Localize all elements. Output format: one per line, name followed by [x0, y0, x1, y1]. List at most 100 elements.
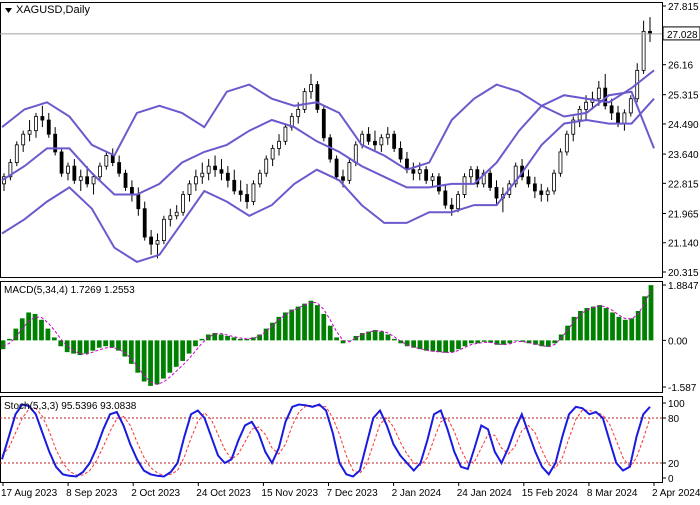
macd-bar	[629, 318, 635, 341]
macd-tick-label: -1.587	[668, 383, 697, 394]
candle	[277, 140, 281, 149]
candle	[168, 215, 173, 220]
candle	[27, 130, 32, 135]
candle	[123, 172, 128, 188]
candle	[341, 176, 345, 181]
candle	[59, 151, 64, 174]
macd-bar	[449, 340, 455, 353]
candle	[309, 84, 313, 93]
macd-bar	[430, 340, 436, 352]
candle	[353, 144, 358, 163]
macd-bar	[0, 340, 6, 350]
macd-tick-label: 0.00	[668, 336, 688, 347]
x-tick-label: 2 Jan 2024	[392, 488, 442, 499]
candle	[366, 133, 371, 142]
x-tick-label: 15 Nov 2023	[261, 488, 318, 499]
stoch-tick-label: 100	[668, 399, 685, 410]
macd-bar	[13, 328, 19, 341]
candle	[564, 133, 569, 153]
candle	[142, 208, 147, 238]
candle	[456, 194, 461, 210]
candle	[622, 112, 627, 124]
macd-bar	[51, 337, 57, 341]
macd-bar	[186, 340, 192, 354]
macd-signal-line	[2, 289, 652, 385]
candle	[193, 176, 198, 185]
candle	[641, 30, 646, 71]
price-tick-label: 20.315	[668, 268, 699, 279]
stoch-k-line	[1, 403, 651, 478]
macd-bar	[372, 330, 378, 341]
macd-bar	[26, 312, 32, 341]
candle	[149, 236, 154, 245]
macd-title: MACD(5,34,4) 1.7269 1.2553	[4, 285, 135, 296]
macd-bar	[385, 334, 391, 341]
macd-bar	[103, 340, 109, 347]
candle	[539, 190, 544, 195]
macd-bar	[302, 303, 307, 341]
candle	[219, 169, 224, 174]
candle	[596, 87, 601, 100]
macd-bar	[635, 310, 641, 341]
candle	[558, 151, 563, 174]
candle	[321, 108, 326, 139]
candle	[98, 165, 102, 178]
macd-bar	[161, 340, 166, 379]
candle	[162, 218, 166, 242]
macd-bar	[289, 309, 295, 341]
candle	[110, 155, 115, 163]
macd-bar	[347, 340, 352, 341]
candle	[462, 176, 467, 195]
macd-bar	[481, 340, 487, 342]
price-tick-label: 25.315	[668, 91, 699, 102]
macd-bar	[436, 340, 442, 353]
candle	[40, 116, 45, 121]
stoch-tick-label: 20	[668, 459, 680, 470]
candle	[392, 133, 397, 149]
macd-bar	[64, 340, 70, 353]
candle	[437, 176, 441, 192]
macd-bar	[578, 310, 583, 341]
candle	[66, 165, 70, 174]
candle	[373, 140, 377, 146]
macd-bar	[218, 334, 224, 341]
macd-bar	[391, 338, 397, 341]
candle	[424, 169, 429, 181]
candle	[628, 98, 633, 114]
candle	[443, 190, 448, 206]
candle	[72, 165, 77, 181]
dropdown-arrow-icon[interactable]	[5, 8, 12, 13]
macd-bar	[642, 296, 647, 341]
macd-bar	[571, 316, 577, 341]
x-tick-label: 15 Feb 2024	[522, 488, 579, 499]
stoch-title: Stoch(5,3,3) 95.5396 93.0838	[4, 401, 137, 412]
candle	[206, 165, 211, 174]
candle	[181, 194, 185, 213]
candle	[488, 172, 492, 188]
price-chart-title: XAGUSD,Daily	[16, 4, 90, 16]
macd-bar	[154, 340, 160, 385]
macd-bar	[622, 319, 628, 341]
macd-bar	[173, 340, 179, 367]
chart-svg: 27.815 26.16 25.315 24.490 23.640 22.815 21.96…	[0, 2, 700, 499]
stoch-tick-label: 0	[668, 474, 674, 485]
x-tick-label: 17 Aug 2023	[1, 488, 58, 499]
macd-tick-label: 1.8847	[668, 281, 699, 292]
macd-bar	[180, 340, 186, 361]
macd-bar	[610, 312, 615, 341]
x-tick-label: 24 Jan 2024	[457, 488, 512, 499]
candle	[155, 240, 160, 245]
candle	[270, 147, 275, 160]
macd-bar	[109, 340, 115, 348]
candle	[417, 169, 422, 174]
candle	[315, 84, 320, 110]
bollinger-upper	[1, 83, 655, 171]
candle	[616, 112, 620, 124]
candle	[545, 190, 550, 195]
macd-bar	[584, 308, 590, 341]
candle	[494, 187, 499, 199]
candle	[117, 162, 122, 174]
x-tick-label: 2 Oct 2023	[131, 488, 180, 499]
candle	[21, 133, 26, 146]
macd-bar	[238, 338, 243, 341]
